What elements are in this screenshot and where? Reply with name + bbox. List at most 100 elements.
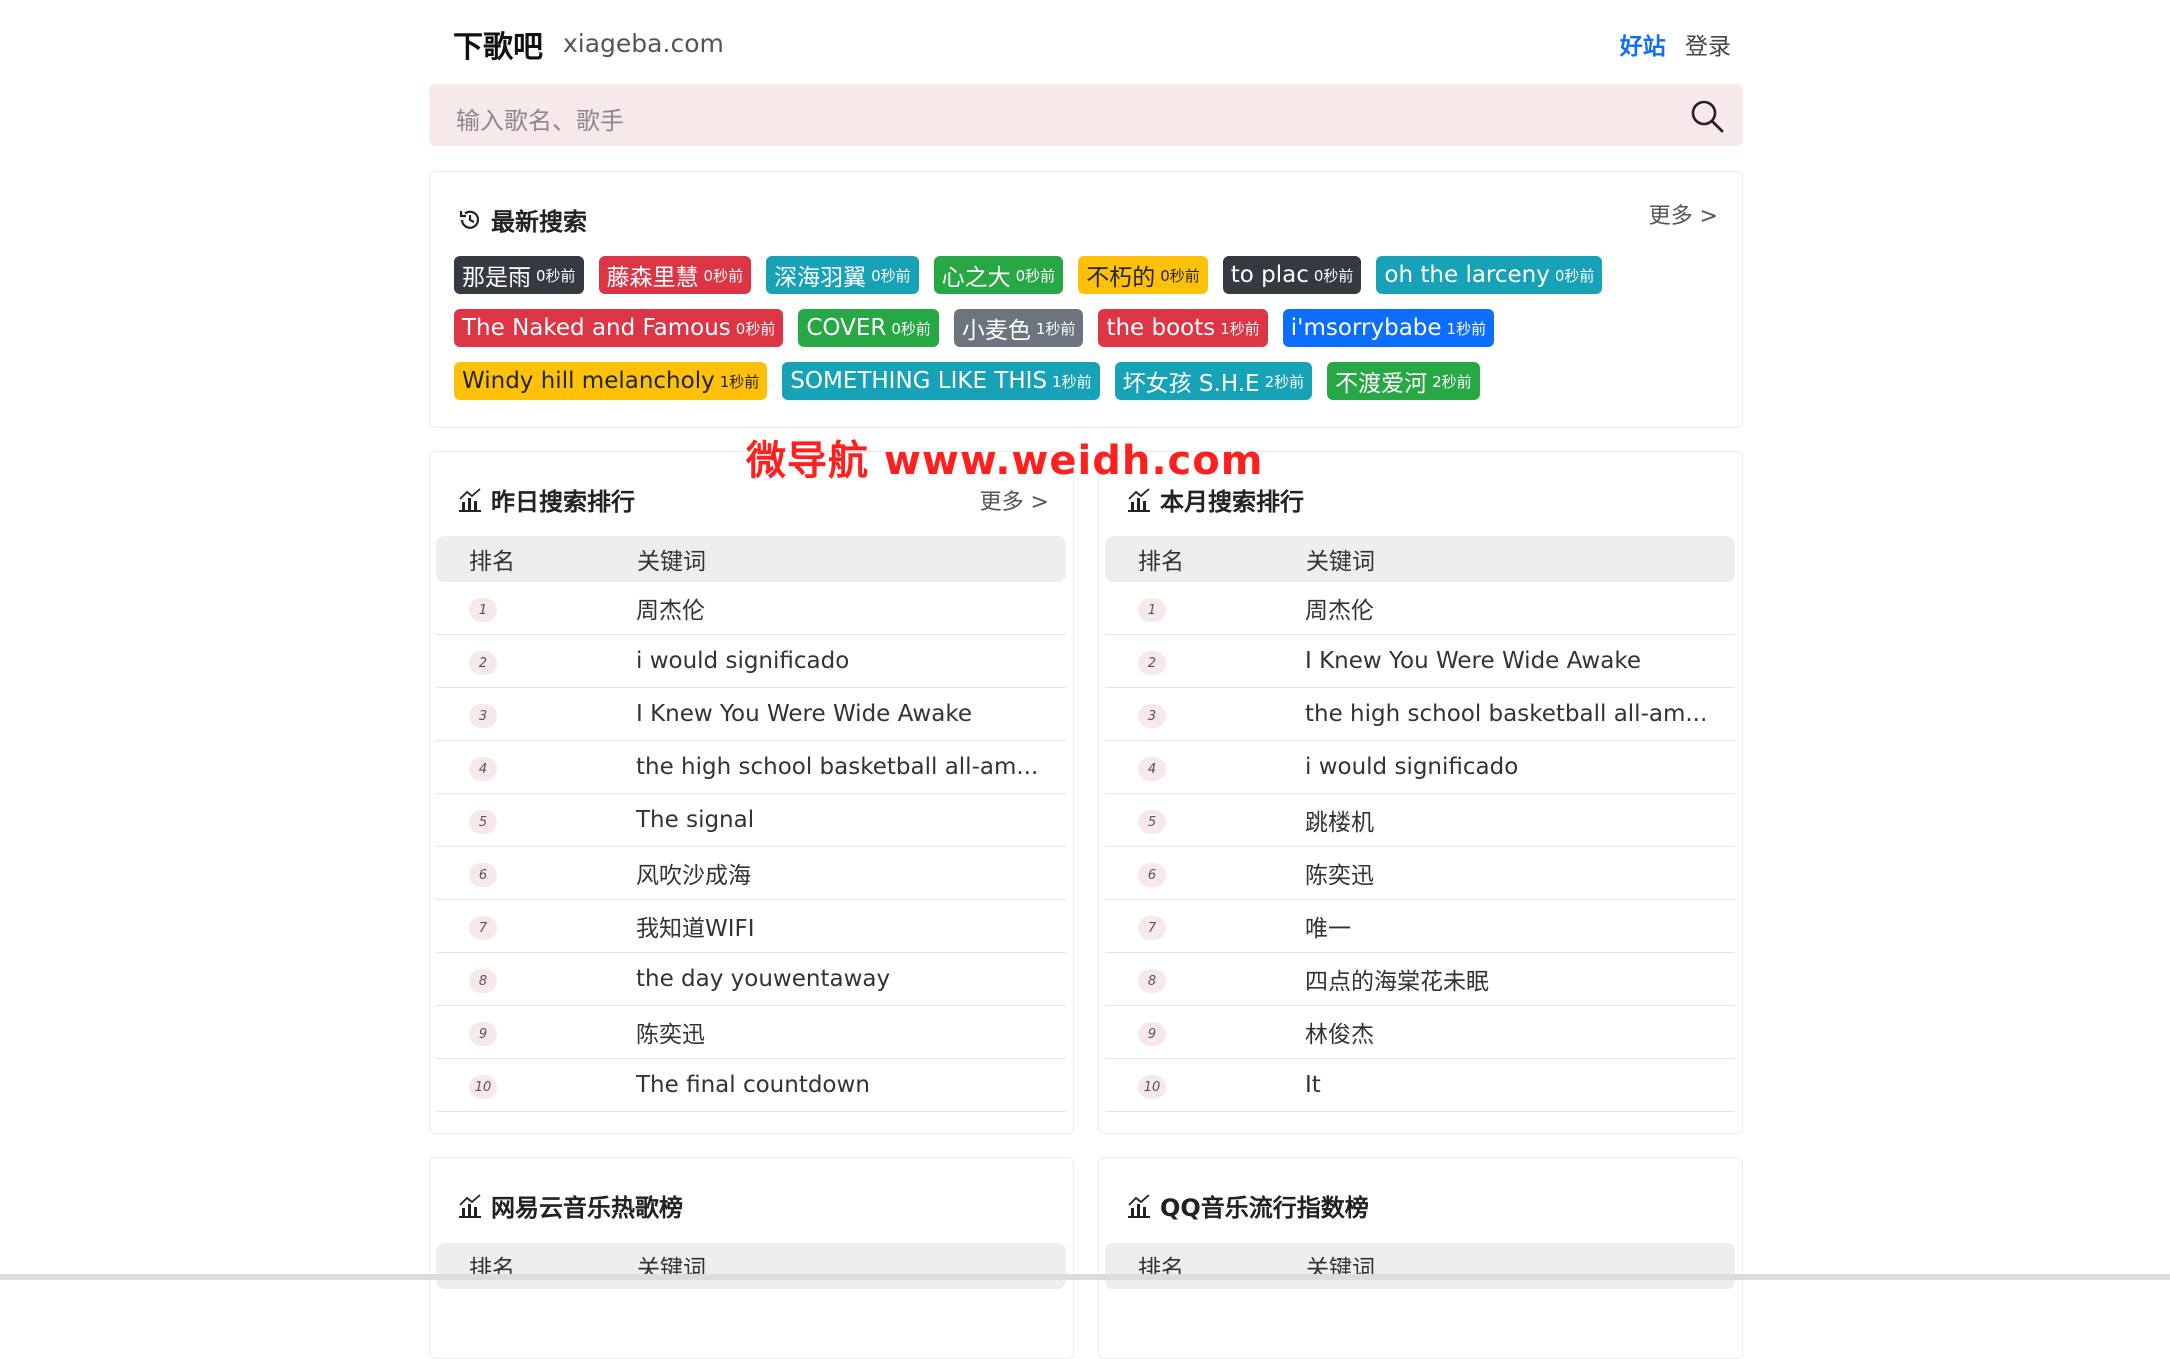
recent-search-tag[interactable]: Windy hill melancholy 1秒前 [454, 362, 768, 400]
keyword-link[interactable]: 跳楼机 [1305, 793, 1735, 847]
table-row[interactable]: 7 我知道WIFI [436, 899, 1066, 953]
table-row[interactable]: 2 I Knew You Were Wide Awake [1105, 634, 1735, 688]
yesterday-more-link[interactable]: 更多 > [980, 484, 1049, 516]
table-row[interactable]: 7 唯一 [1105, 899, 1735, 953]
keyword-link[interactable]: It [1305, 1058, 1735, 1112]
search-icon[interactable] [1689, 98, 1725, 134]
rank-cell: 6 [436, 846, 636, 900]
table-row[interactable]: 4 the high school basketball all-am... [436, 740, 1066, 794]
recent-search-tag[interactable]: 小麦色 1秒前 [953, 309, 1084, 347]
table-row[interactable]: 10 It [1105, 1058, 1735, 1112]
recent-search-tag[interactable]: 坏女孩 S.H.E 2秒前 [1114, 362, 1313, 400]
table-row[interactable]: 5 跳楼机 [1105, 793, 1735, 847]
table-row[interactable]: 10 The final countdown [436, 1058, 1066, 1112]
yesterday-rank-title: 昨日搜索排行 [491, 488, 635, 516]
tag-keyword: 藤森里慧 [606, 265, 699, 291]
keyword-link[interactable]: the high school basketball all-am... [1305, 687, 1735, 741]
keyword-link[interactable]: 周杰伦 [636, 582, 1066, 635]
recent-search-tag[interactable]: 不渡爱河 2秒前 [1327, 362, 1480, 400]
header: 下歌吧 xiageba.com 好站 登录 [429, 0, 1743, 80]
rank-cell: 3 [1105, 687, 1305, 741]
tag-row: Windy hill melancholy 1秒前 SOMETHING LIKE T… [454, 362, 1714, 400]
page-container: 下歌吧 xiageba.com 好站 登录 输入歌名、歌手 最新搜索 更多 > … [429, 0, 1743, 1359]
table-row[interactable]: 3 the high school basketball all-am... [1105, 687, 1735, 741]
tag-time: 1秒前 [1220, 319, 1260, 338]
table-row[interactable]: 9 陈奕迅 [436, 1005, 1066, 1059]
recent-search-tag[interactable]: oh the larceny 0秒前 [1376, 256, 1603, 294]
tag-keyword: Windy hill melancholy [462, 368, 715, 394]
rank-cell: 10 [436, 1058, 636, 1112]
recent-search-tag[interactable]: i'msorrybabe 1秒前 [1282, 309, 1495, 347]
keyword-link[interactable]: i would significado [636, 634, 1066, 688]
col-keyword-header: 关键词 [636, 1243, 1066, 1289]
keyword-link[interactable]: The signal [636, 793, 1066, 847]
table-row[interactable]: 4 i would significado [1105, 740, 1735, 794]
keyword-link[interactable]: I Knew You Were Wide Awake [1305, 634, 1735, 688]
recent-search-tag[interactable]: 心之大 0秒前 [933, 256, 1064, 294]
table-row[interactable]: 5 The signal [436, 793, 1066, 847]
table-row[interactable]: 9 林俊杰 [1105, 1005, 1735, 1059]
month-rank-heading: 本月搜索排行 [1126, 482, 1304, 517]
rank-badge: 6 [1138, 863, 1166, 888]
search-bar[interactable]: 输入歌名、歌手 [429, 84, 1743, 146]
rank-badge: 7 [1138, 916, 1166, 941]
rank-badge: 9 [469, 1022, 497, 1047]
table-row[interactable]: 6 陈奕迅 [1105, 846, 1735, 900]
recent-more-link[interactable]: 更多 > [1649, 198, 1718, 230]
recent-search-tag[interactable]: the boots 1秒前 [1098, 309, 1268, 347]
recent-search-tag[interactable]: 深海羽翼 0秒前 [766, 256, 919, 294]
rank-cell: 1 [436, 582, 636, 635]
keyword-link[interactable]: 四点的海棠花未眠 [1305, 952, 1735, 1006]
keyword-link[interactable]: 风吹沙成海 [636, 846, 1066, 900]
rank-cell: 6 [1105, 846, 1305, 900]
recent-search-tag[interactable]: The Naked and Famous 0秒前 [454, 309, 784, 347]
rank-cell: 2 [1105, 634, 1305, 688]
table-row[interactable]: 1 周杰伦 [1105, 582, 1735, 635]
window-bottom-edge [0, 1274, 2170, 1280]
rank-cell: 3 [436, 687, 636, 741]
keyword-link[interactable]: 周杰伦 [1305, 582, 1735, 635]
keyword-link[interactable]: 陈奕迅 [636, 1005, 1066, 1059]
login-link[interactable]: 登录 [1685, 34, 1731, 60]
table-row[interactable]: 6 风吹沙成海 [436, 846, 1066, 900]
rank-badge: 3 [469, 704, 497, 729]
table-row[interactable]: 3 I Knew You Were Wide Awake [436, 687, 1066, 741]
search-input[interactable]: 输入歌名、歌手 [456, 101, 624, 136]
keyword-link[interactable]: 林俊杰 [1305, 1005, 1735, 1059]
keyword-link[interactable]: 唯一 [1305, 899, 1735, 953]
recent-search-tag[interactable]: to plac 0秒前 [1222, 256, 1362, 294]
yesterday-rank-table: 排名 关键词 1 周杰伦 2 i would significado 3 I Knew Y… [436, 536, 1066, 1112]
table-row[interactable]: 8 四点的海棠花未眠 [1105, 952, 1735, 1006]
recent-search-tag[interactable]: SOMETHING LIKE THIS 1秒前 [782, 362, 1100, 400]
qq-rank-table: 排名 关键词 [1105, 1243, 1735, 1289]
keyword-link[interactable]: the high school basketball all-am... [636, 740, 1066, 794]
keyword-link[interactable]: 我知道WIFI [636, 899, 1066, 953]
qq-rank-heading: QQ音乐流行指数榜 [1126, 1188, 1369, 1223]
recent-search-heading: 最新搜索 [457, 202, 587, 237]
site-logo[interactable]: 下歌吧 [453, 22, 543, 66]
keyword-link[interactable]: i would significado [1305, 740, 1735, 794]
keyword-link[interactable]: I Knew You Were Wide Awake [636, 687, 1066, 741]
netease-rank-card: 网易云音乐热歌榜 排名 关键词 [429, 1157, 1074, 1359]
recent-search-tag[interactable]: 藤森里慧 0秒前 [598, 256, 752, 294]
keyword-link[interactable]: The final countdown [636, 1058, 1066, 1112]
header-links: 好站 登录 [1620, 27, 1731, 61]
table-row[interactable]: 2 i would significado [436, 634, 1066, 688]
rank-cell: 7 [1105, 899, 1305, 953]
rank-badge: 8 [1138, 969, 1166, 994]
keyword-link[interactable]: 陈奕迅 [1305, 846, 1735, 900]
table-row[interactable]: 1 周杰伦 [436, 582, 1066, 635]
recent-search-tag[interactable]: 那是雨 0秒前 [454, 256, 584, 294]
rank-badge: 6 [469, 863, 497, 888]
tag-time: 0秒前 [703, 266, 744, 285]
recent-search-tag[interactable]: COVER 0秒前 [798, 309, 939, 347]
site-domain: xiageba.com [563, 29, 724, 58]
recent-search-tag[interactable]: 不朽的 0秒前 [1078, 256, 1208, 294]
table-row[interactable]: 8 the day youwentaway [436, 952, 1066, 1006]
qq-rank-title: QQ音乐流行指数榜 [1160, 1194, 1369, 1222]
rank-cell: 8 [436, 952, 636, 1006]
good-sites-link[interactable]: 好站 [1620, 34, 1666, 60]
month-rank-table: 排名 关键词 1 周杰伦 2 I Knew You Were Wide Awake 3 t… [1105, 536, 1735, 1112]
keyword-link[interactable]: the day youwentaway [636, 952, 1066, 1006]
netease-rank-heading: 网易云音乐热歌榜 [457, 1188, 683, 1223]
